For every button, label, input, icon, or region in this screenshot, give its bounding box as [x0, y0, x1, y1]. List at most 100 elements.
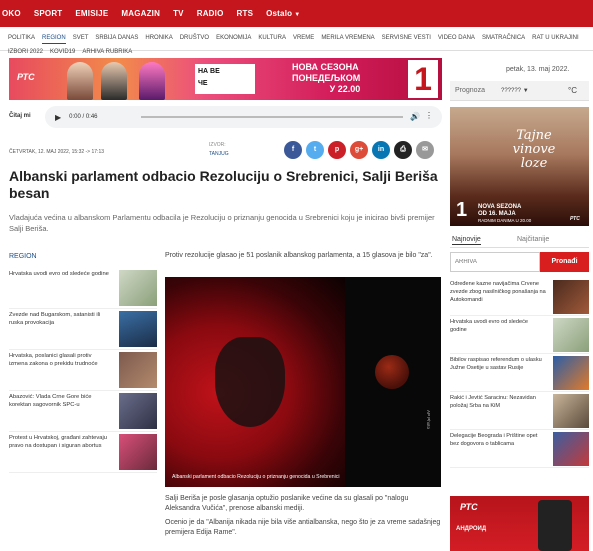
list-item[interactable]: Delegacije Beograda i Prištine opet bez …: [450, 430, 589, 468]
pinterest-share-icon[interactable]: p: [328, 141, 346, 159]
thumbnail[interactable]: [119, 352, 157, 388]
subnav-hronika[interactable]: HRONIKA: [145, 33, 172, 43]
print-icon[interactable]: ⎙: [394, 141, 412, 159]
list-item-title[interactable]: Hrvatska, poslanici glasali protiv izmen…: [9, 352, 109, 368]
volume-icon[interactable]: 🔊: [410, 112, 420, 121]
nav-emisije[interactable]: EMISIJE: [75, 9, 108, 18]
search-button[interactable]: Pronađi: [540, 252, 589, 272]
subnav-drustvo[interactable]: DRUŠTVO: [180, 33, 209, 43]
nav-sport[interactable]: SPORT: [34, 9, 63, 18]
banner-ad[interactable]: РТС НА ВЕ ЧЕ НОВА СЕЗОНА ПОНЕДЕЉКОМ У 22…: [9, 58, 442, 100]
list-item[interactable]: Rakić i Jevtić Saracinu: Nezavidan polož…: [450, 392, 589, 430]
list-item-title[interactable]: Bibilov raspisao referendum o ulasku Juž…: [450, 356, 546, 391]
chevron-down-icon: ▼: [522, 88, 529, 94]
subnav-srbija-danas[interactable]: SRBIJA DANAS: [95, 33, 138, 43]
subnav-region[interactable]: REGION: [42, 33, 66, 44]
twitter-share-icon[interactable]: t: [306, 141, 324, 159]
source-name[interactable]: TANJUG: [209, 151, 229, 157]
subnav-ekonomija[interactable]: EKONOMIJA: [216, 33, 251, 43]
list-item-title[interactable]: Zvezde nad Bugarskom, satanisti ili rusk…: [9, 311, 109, 327]
audio-progress-bar[interactable]: [141, 116, 403, 118]
subnav-kultura[interactable]: KULTURA: [258, 33, 286, 43]
nav-radio[interactable]: RADIO: [197, 9, 224, 18]
tab-najnovije[interactable]: Najnovije: [452, 236, 481, 245]
moon-image: [375, 355, 409, 389]
temperature-unit: °C: [568, 86, 577, 95]
section-navigation: POLITIKA REGION SVET SRBIJA DANAS HRONIKA DRU…: [0, 27, 593, 55]
sidebar-ad-line: NOVA SEZONA: [478, 204, 522, 210]
nav-ostalo[interactable]: Ostalo ▼: [266, 9, 300, 18]
city-select-value: ??????: [501, 88, 522, 94]
region-list: Hrvatska uvodi evro od sledeće godine Zv…: [9, 268, 157, 473]
subnav-arhiva-rubrika[interactable]: ARHIVA RUBRIKA: [82, 47, 132, 57]
subnav-smatracnica[interactable]: SMATRAČNICA: [482, 33, 525, 43]
eagle-emblem: [215, 337, 285, 427]
article-title: Albanski parlament odbacio Rezoluciju o …: [9, 168, 438, 201]
subnav-kovid19[interactable]: KOVID19: [50, 47, 75, 57]
rts-logo: РТС: [460, 502, 478, 512]
nav-rts[interactable]: RTS: [237, 9, 254, 18]
list-item[interactable]: Zvezde nad Bugarskom, satanisti ili rusk…: [9, 309, 157, 350]
thumbnail[interactable]: [553, 394, 589, 428]
list-item-title[interactable]: Hrvatska uvodi evro od sledeće godine: [9, 270, 109, 278]
thumbnail[interactable]: [553, 280, 589, 314]
list-item-title[interactable]: Protest u Hrvatskoj, građani zahtevaju p…: [9, 434, 109, 450]
subnav-merila-vremena[interactable]: MERILA VREMENA: [321, 33, 374, 43]
list-item[interactable]: Hrvatska uvodi evro od sledeće godine: [450, 316, 589, 354]
play-icon[interactable]: ▶: [55, 113, 61, 122]
list-item-title[interactable]: Rakić i Jevtić Saracinu: Nezavidan polož…: [450, 394, 546, 429]
nav-tv[interactable]: TV: [173, 9, 184, 18]
email-icon[interactable]: ✉: [416, 141, 434, 159]
article-date: ČETVRTAK, 12. MAJ 2022, 15:32 -> 17:13: [9, 149, 105, 155]
list-item-title[interactable]: Hrvatska uvodi evro od sledeće godine: [450, 318, 546, 353]
subnav-izbori-2022[interactable]: IZBORI 2022: [8, 47, 43, 57]
sidebar-ad-android[interactable]: РТС АНДРОИД: [450, 496, 589, 551]
google-plus-share-icon[interactable]: g+: [350, 141, 368, 159]
current-date: petak, 13. maj 2022.: [506, 66, 570, 73]
list-item-title[interactable]: Abazović: Vlada Crne Gore biće korektan …: [9, 393, 109, 409]
subnav-svet[interactable]: SVET: [73, 33, 89, 43]
weather-widget: Prognoza ?????? ▼ °C: [450, 81, 589, 101]
subnav-vreme[interactable]: VREME: [293, 33, 314, 43]
share-buttons: f t p g+ in ⎙ ✉: [284, 141, 434, 159]
banner-line: НОВА СЕЗОНА: [292, 62, 359, 72]
list-item[interactable]: Hrvatska, poslanici glasali protiv izmen…: [9, 350, 157, 391]
banner-line: У 22.00: [329, 84, 361, 94]
city-select[interactable]: ?????? ▼: [501, 88, 529, 94]
article-paragraph: Ocenio je da "Albanija nikada nije bila …: [165, 519, 441, 536]
sidebar-ad-text: АНДРОИД: [456, 526, 487, 532]
thumbnail[interactable]: [119, 393, 157, 429]
facebook-share-icon[interactable]: f: [284, 141, 302, 159]
thumbnail[interactable]: [119, 311, 157, 347]
banner-ad-text: НОВА СЕЗОНА ПОНЕДЕЉКОМ У 22.00: [292, 62, 360, 95]
list-item[interactable]: Abazović: Vlada Crne Gore biće korektan …: [9, 391, 157, 432]
thumbnail[interactable]: [553, 356, 589, 390]
sidebar-ad[interactable]: Tajne vinove loze 1 NOVA SEZONA OD 16. M…: [450, 107, 589, 226]
archive-search-input[interactable]: [450, 252, 540, 272]
more-options-icon[interactable]: ⋮: [425, 111, 433, 120]
nav-magazin[interactable]: MAGAZIN: [121, 9, 160, 18]
tab-najcitanije[interactable]: Najčitanije: [517, 236, 549, 243]
subnav-politika[interactable]: POLITIKA: [8, 33, 35, 43]
subnav-servisne-vesti[interactable]: SERVISNE VESTI: [382, 33, 431, 43]
linkedin-share-icon[interactable]: in: [372, 141, 390, 159]
show-logo-line: НА ВЕ: [198, 68, 220, 75]
article-intro: Protiv rezolucije glasao je 51 poslanik …: [165, 252, 433, 259]
list-item[interactable]: Određene kazne navijačima Crvene zvezde …: [450, 278, 589, 316]
list-item[interactable]: Bibilov raspisao referendum o ulasku Juž…: [450, 354, 589, 392]
sidebar-ad-line: OD 16. MAJA: [478, 211, 516, 217]
list-item[interactable]: Hrvatska uvodi evro od sledeće godine: [9, 268, 157, 309]
audio-player: Čitaj mi ▶ 0:00 / 0:46 🔊 ⋮: [9, 104, 442, 128]
list-item-title[interactable]: Određene kazne navijačima Crvene zvezde …: [450, 280, 546, 315]
list-item[interactable]: Protest u Hrvatskoj, građani zahtevaju p…: [9, 432, 157, 473]
subnav-rat-u-ukrajini[interactable]: RAT U UKRAJINI: [532, 33, 578, 43]
subnav-video-dana[interactable]: VIDEO DANA: [438, 33, 475, 43]
thumbnail[interactable]: [553, 318, 589, 352]
thumbnail[interactable]: [119, 434, 157, 470]
list-item-title[interactable]: Delegacije Beograda i Prištine opet bez …: [450, 432, 546, 467]
region-heading[interactable]: REGION: [9, 253, 37, 260]
thumbnail[interactable]: [119, 270, 157, 306]
banner-line: ПОНЕДЕЉКОМ: [292, 73, 361, 83]
nav-oko[interactable]: OKO: [2, 9, 21, 18]
thumbnail[interactable]: [553, 432, 589, 466]
